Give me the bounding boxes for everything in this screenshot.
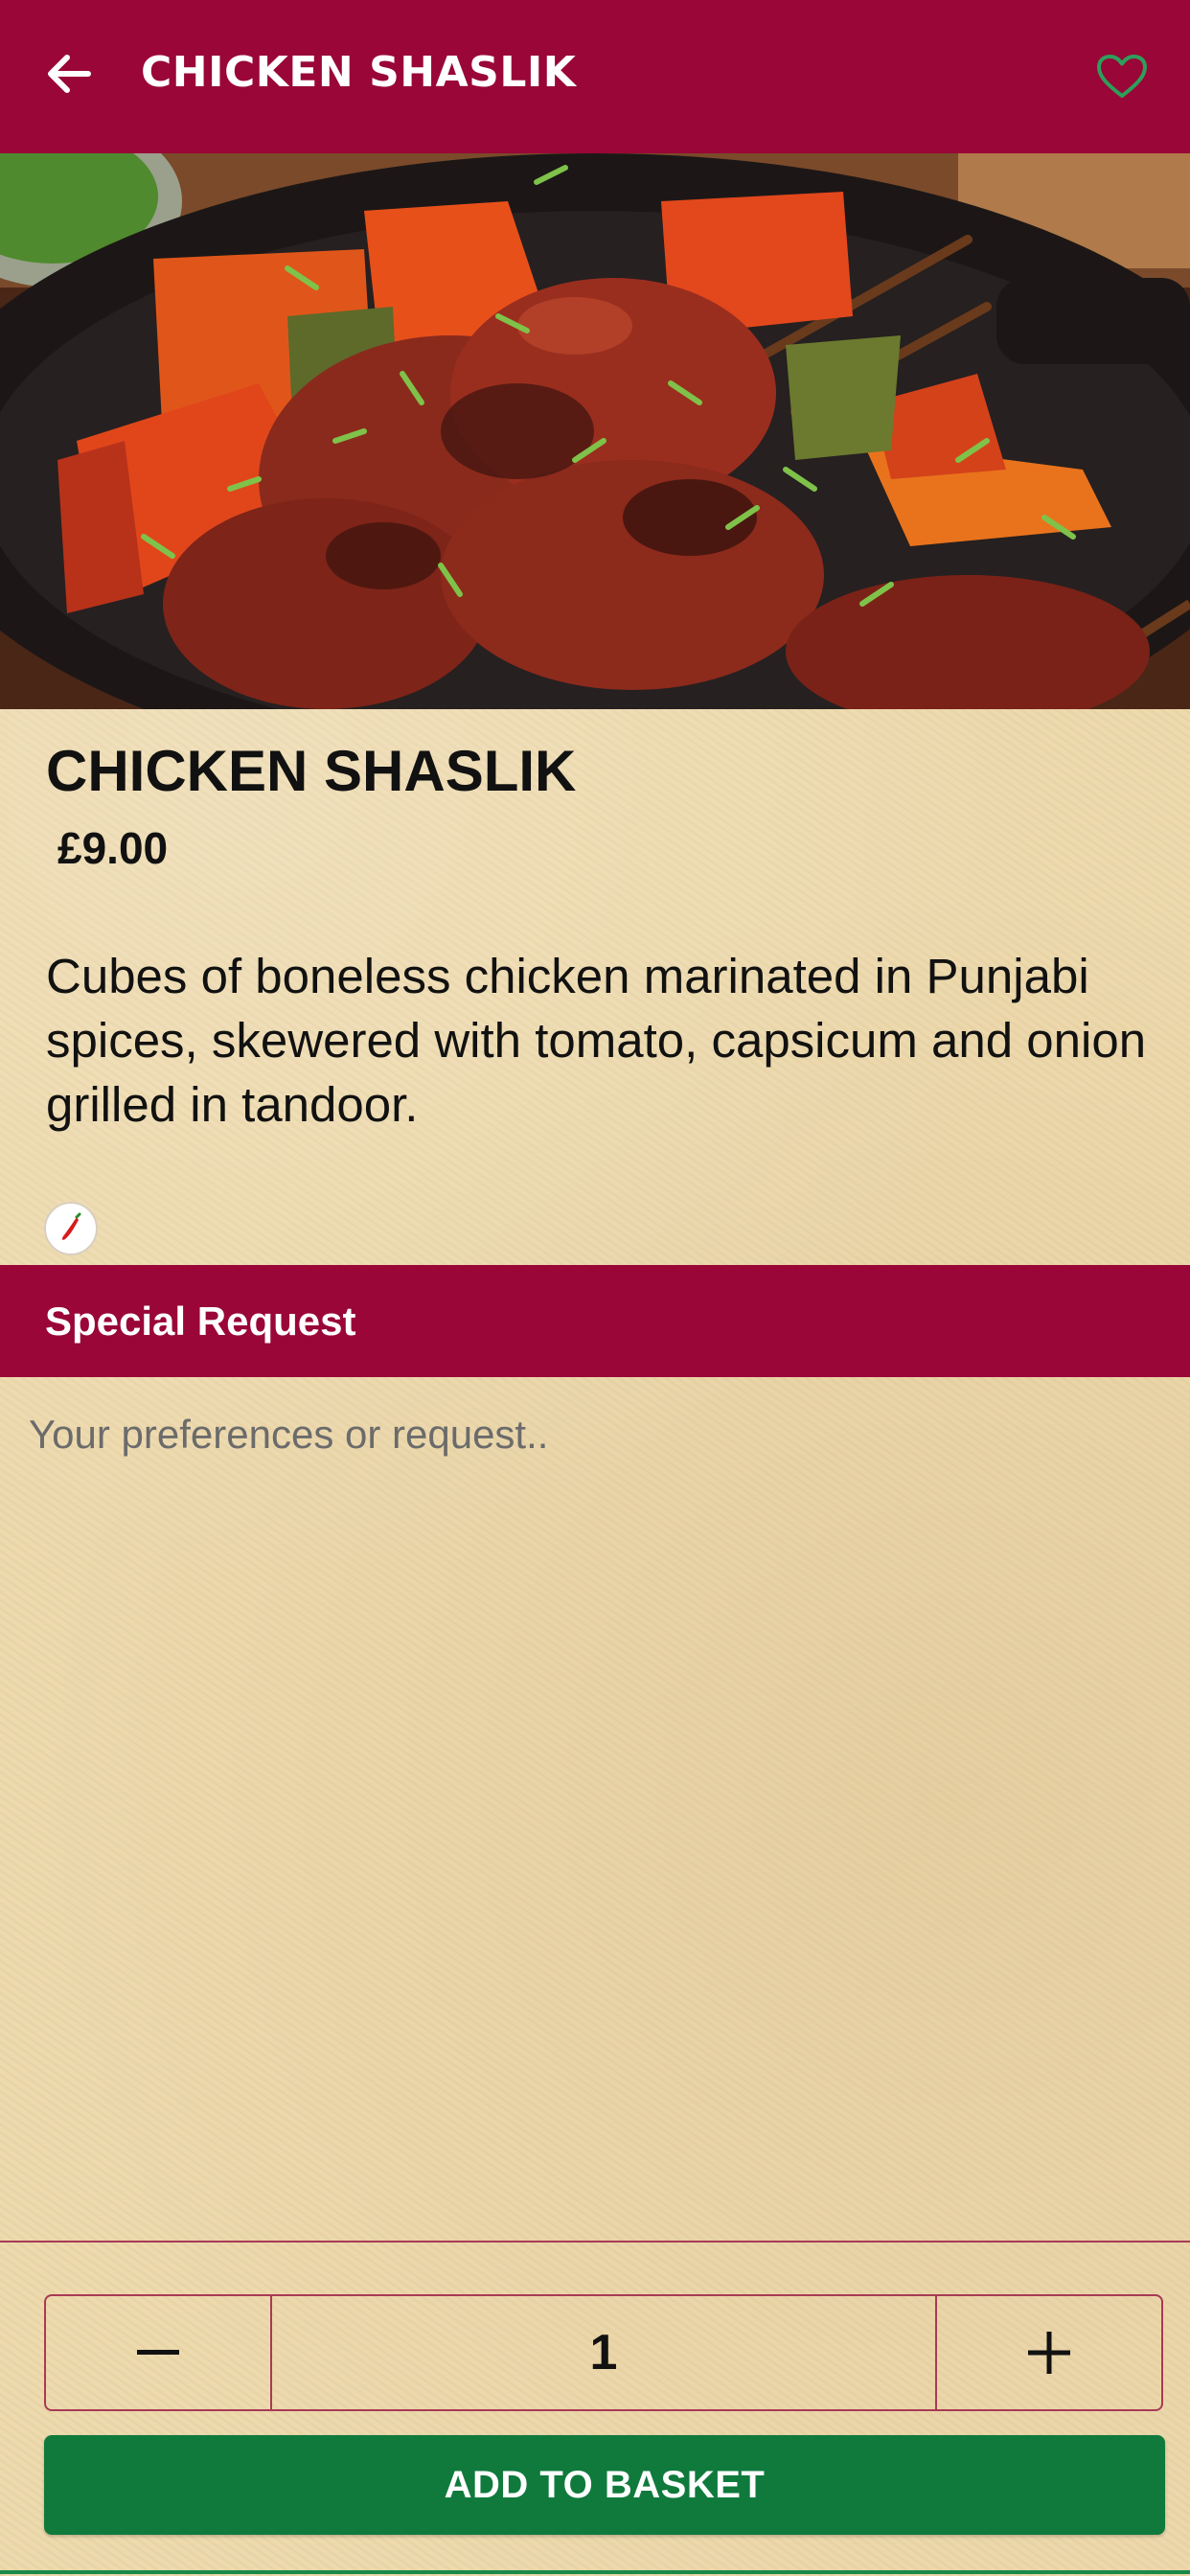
- item-name: CHICKEN SHASLIK: [46, 739, 577, 803]
- special-request-label: Special Request: [45, 1299, 356, 1344]
- spice-level-badge: [44, 1202, 98, 1255]
- plus-icon: [1028, 2332, 1070, 2374]
- special-request-header: Special Request: [0, 1265, 1190, 1377]
- minus-icon: [137, 2350, 179, 2355]
- bottom-accent-line: [0, 2570, 1190, 2574]
- add-to-basket-label: ADD TO BASKET: [444, 2463, 766, 2506]
- page-title: CHICKEN SHASLIK: [141, 48, 577, 97]
- back-button[interactable]: [34, 40, 102, 107]
- item-detail-page: CHICKEN SHASLIK CHICKEN SHASLIK £9.00 Cu…: [0, 0, 1190, 2576]
- special-request-input[interactable]: [0, 1377, 1190, 2240]
- divider: [0, 2241, 1190, 2242]
- heart-outline-icon: [1097, 55, 1147, 98]
- quantity-stepper: 1: [44, 2294, 1163, 2411]
- item-price: £9.00: [57, 823, 169, 873]
- food-photo: [0, 153, 1190, 709]
- app-header: CHICKEN SHASLIK: [0, 0, 1190, 153]
- quantity-value: 1: [589, 2325, 618, 2380]
- arrow-left-icon: [48, 55, 91, 93]
- decrease-quantity-button[interactable]: [46, 2296, 272, 2409]
- item-description: Cubes of boneless chicken marinated in P…: [46, 949, 1147, 1132]
- increase-quantity-button[interactable]: [935, 2296, 1161, 2409]
- add-to-basket-button[interactable]: ADD TO BASKET: [44, 2435, 1165, 2535]
- favorite-button[interactable]: [1090, 48, 1154, 105]
- chili-pepper-icon: [61, 1212, 81, 1240]
